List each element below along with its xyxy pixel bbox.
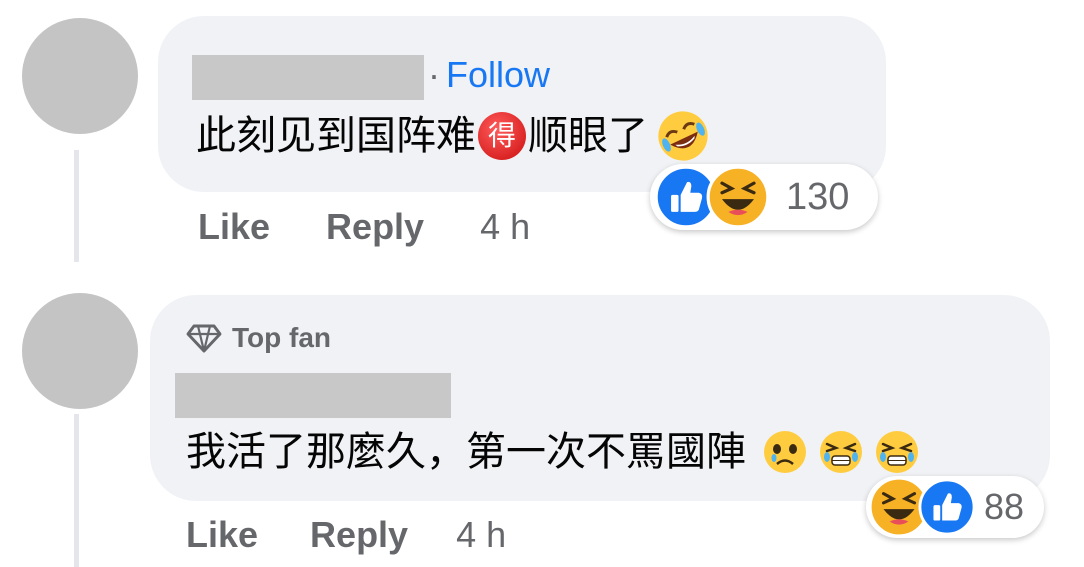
timestamp[interactable]: 4 h xyxy=(456,514,506,556)
follow-button[interactable]: Follow xyxy=(446,54,550,96)
de-character-label: 得 xyxy=(487,120,516,151)
comment-actions: Like Reply 4 h xyxy=(198,206,530,248)
avatar[interactable] xyxy=(22,18,138,134)
sad-emoji xyxy=(764,431,806,473)
like-reaction-icon xyxy=(918,478,976,536)
comment-text: 我活了那麼久，第一次不罵國陣 xyxy=(186,428,920,476)
de-character-emoji: 得 xyxy=(478,112,526,160)
like-button[interactable]: Like xyxy=(186,514,258,556)
reply-button[interactable]: Reply xyxy=(326,206,424,248)
separator-dot: · xyxy=(428,54,440,95)
tears-emoji xyxy=(820,431,862,473)
comment-text-part: 顺眼了 xyxy=(528,114,648,158)
reply-button[interactable]: Reply xyxy=(310,514,408,556)
reaction-summary[interactable]: 88 xyxy=(866,476,1044,538)
top-fan-badge: Top fan xyxy=(186,322,331,354)
thread-line xyxy=(74,414,79,567)
haha-reaction-icon xyxy=(706,165,770,229)
diamond-icon xyxy=(186,324,222,353)
comment-actions: Like Reply 4 h xyxy=(186,514,506,556)
reaction-count: 88 xyxy=(984,486,1025,527)
rolling-laughing-emoji xyxy=(658,111,708,161)
comment-text-part: 此刻见到国阵难 xyxy=(196,114,476,158)
reaction-count: 130 xyxy=(786,175,850,218)
comment-text-part: 我活了那麼久，第一次不罵國陣 xyxy=(186,430,746,474)
avatar[interactable] xyxy=(22,293,138,409)
reaction-summary[interactable]: 130 xyxy=(650,164,878,230)
like-button[interactable]: Like xyxy=(198,206,270,248)
redacted-author-name xyxy=(175,373,451,418)
timestamp[interactable]: 4 h xyxy=(480,206,530,248)
tears-emoji xyxy=(876,431,918,473)
top-fan-label: Top fan xyxy=(232,322,332,353)
thread-line xyxy=(74,150,79,262)
redacted-author-name xyxy=(192,55,424,100)
comment-text: 此刻见到国阵难 得 顺眼了 xyxy=(196,109,710,163)
follow-row: · Follow xyxy=(428,54,550,96)
